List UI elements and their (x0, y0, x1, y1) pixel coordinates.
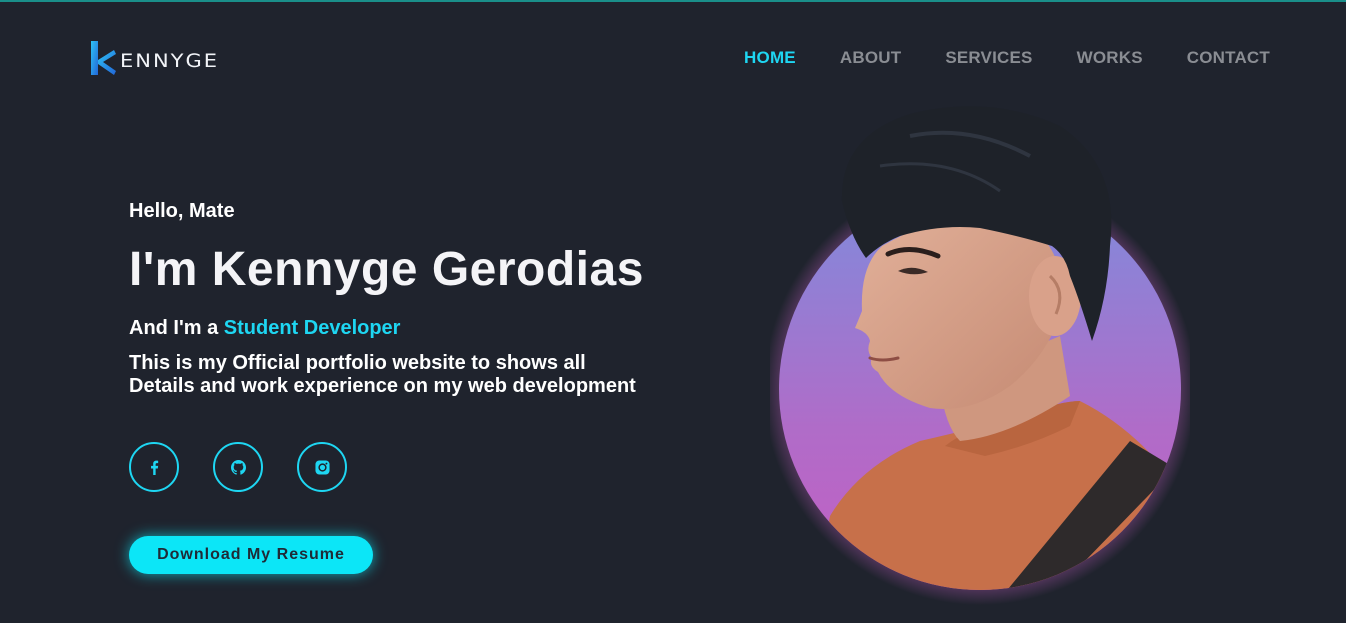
github-icon (230, 459, 246, 475)
main-nav: HOME ABOUT SERVICES WORKS CONTACT (744, 48, 1270, 68)
profile-portrait (770, 106, 1190, 605)
github-link[interactable] (213, 442, 263, 492)
hero-role: And I'm a Student Developer (129, 316, 769, 340)
hero-section: Hello, Mate I'm Kennyge Gerodias And I'm… (129, 200, 769, 574)
nav-item-works[interactable]: WORKS (1077, 48, 1143, 68)
logo-mark-icon (91, 41, 116, 75)
hero-name: I'm Kennyge Gerodias (129, 243, 644, 296)
nav-item-home[interactable]: HOME (744, 48, 796, 68)
hero-role-prefix: And I'm a (129, 317, 224, 339)
nav-item-contact[interactable]: CONTACT (1187, 48, 1270, 68)
logo-text: ENNYGE (120, 49, 220, 72)
hero-greeting: Hello, Mate (129, 200, 235, 222)
instagram-link[interactable] (297, 442, 347, 492)
hero-description-line: Details and work experience on my web de… (129, 375, 636, 397)
top-accent-border (0, 0, 1346, 2)
instagram-icon (314, 459, 330, 475)
download-resume-button[interactable]: Download My Resume (129, 536, 373, 574)
nav-item-about[interactable]: ABOUT (840, 48, 901, 68)
nav-item-services[interactable]: SERVICES (945, 48, 1032, 68)
hero-description-line: This is my Official portfolio website to… (129, 352, 586, 374)
facebook-link[interactable] (129, 442, 179, 492)
facebook-icon (150, 460, 158, 475)
brand-logo[interactable]: ENNYGE (90, 40, 219, 76)
hero-description: This is my Official portfolio website to… (129, 352, 689, 398)
hero-role-highlight: Student Developer (223, 317, 401, 339)
social-links (129, 442, 769, 492)
